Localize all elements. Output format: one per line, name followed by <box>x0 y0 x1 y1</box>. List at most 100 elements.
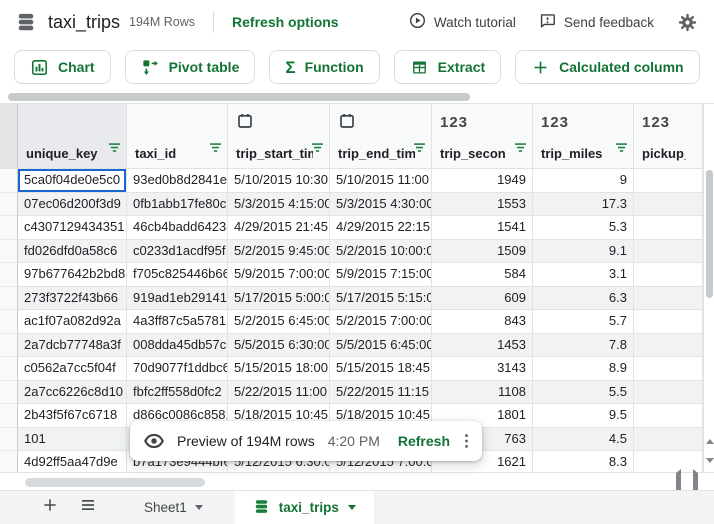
cell[interactable]: 5.7 <box>533 310 634 334</box>
cell[interactable]: 70d9077f1ddbc6 <box>127 357 228 381</box>
cell[interactable]: 2a7cc6226c8d10 <box>18 381 127 405</box>
cell[interactable]: 1108 <box>432 381 533 405</box>
cell[interactable]: 4d92ff5aa47d9e <box>18 451 127 475</box>
filter-icon[interactable] <box>108 140 121 158</box>
cell[interactable]: 2a7dcb77748a3f <box>18 334 127 358</box>
cell[interactable] <box>634 428 703 452</box>
cell[interactable] <box>634 310 703 334</box>
horizontal-scrollbar-thumb-bottom[interactable] <box>25 478 205 487</box>
row-gutter[interactable] <box>0 381 18 405</box>
vertical-scrollbar[interactable] <box>703 103 714 472</box>
grid-corner[interactable] <box>0 104 18 168</box>
cell[interactable] <box>634 193 703 217</box>
cell[interactable]: 273f3722f43b66 <box>18 287 127 311</box>
filter-icon[interactable] <box>311 140 324 158</box>
tab-taxi-trips-active[interactable]: taxi_trips <box>235 491 374 524</box>
cell[interactable]: 3.1 <box>533 263 634 287</box>
cell[interactable]: 1949 <box>432 169 533 193</box>
cell[interactable]: 5/5/2015 6:45:00 <box>330 334 432 358</box>
cell[interactable]: 584 <box>432 263 533 287</box>
add-sheet-button[interactable] <box>38 496 62 520</box>
column-header-trip-start-tim[interactable]: trip_start_tim <box>228 104 330 168</box>
row-gutter[interactable] <box>0 310 18 334</box>
cell[interactable]: fbfc2ff558d0fc2 <box>127 381 228 405</box>
refresh-button[interactable]: Refresh <box>398 433 450 449</box>
row-gutter[interactable] <box>0 193 18 217</box>
cell[interactable]: 6.3 <box>533 287 634 311</box>
cell[interactable] <box>634 263 703 287</box>
cell[interactable]: 5/17/2015 5:00:0 <box>228 287 330 311</box>
cell[interactable]: 4.5 <box>533 428 634 452</box>
column-header-trip-miles[interactable]: 123trip_miles <box>533 104 634 168</box>
cell[interactable]: f705c825446b66 <box>127 263 228 287</box>
row-gutter[interactable] <box>0 287 18 311</box>
cell[interactable]: 5/15/2015 18:00 <box>228 357 330 381</box>
cell[interactable]: 4/29/2015 21:45 <box>228 216 330 240</box>
cell[interactable]: 5/3/2015 4:30:00 <box>330 193 432 217</box>
column-header-trip-secon[interactable]: 123trip_secon <box>432 104 533 168</box>
row-gutter[interactable] <box>0 334 18 358</box>
scroll-left-button[interactable] <box>676 473 681 491</box>
cell[interactable]: 5/22/2015 11:00 <box>228 381 330 405</box>
cell[interactable]: 4/29/2015 22:15 <box>330 216 432 240</box>
cell[interactable]: 9 <box>533 169 634 193</box>
cell[interactable] <box>634 240 703 264</box>
row-gutter[interactable] <box>0 357 18 381</box>
cell[interactable]: 7.8 <box>533 334 634 358</box>
row-gutter[interactable] <box>0 263 18 287</box>
column-header-taxi-id[interactable]: taxi_id <box>127 104 228 168</box>
cell[interactable]: 101 <box>18 428 127 452</box>
scroll-up-button[interactable] <box>704 434 714 448</box>
cell[interactable]: 5/2/2015 6:45:00 <box>228 310 330 334</box>
cell[interactable]: 5.5 <box>533 381 634 405</box>
cell[interactable]: 9.5 <box>533 404 634 428</box>
column-header-trip-end-tim[interactable]: trip_end_tim <box>330 104 432 168</box>
scroll-right-button[interactable] <box>693 473 698 491</box>
cell[interactable]: 5/3/2015 4:15:00 <box>228 193 330 217</box>
row-gutter[interactable] <box>0 240 18 264</box>
column-header-unique-key[interactable]: unique_key <box>18 104 127 168</box>
cell[interactable]: 5/22/2015 11:15 <box>330 381 432 405</box>
cell[interactable] <box>634 334 703 358</box>
cell[interactable]: 5/9/2015 7:00:00 <box>228 263 330 287</box>
cell[interactable]: 919ad1eb29141e <box>127 287 228 311</box>
refresh-options-link[interactable]: Refresh options <box>232 14 339 30</box>
function-button[interactable]: ΣFunction <box>269 50 379 84</box>
row-gutter[interactable] <box>0 451 18 475</box>
all-sheets-button[interactable] <box>76 496 100 520</box>
cell[interactable]: 5/15/2015 18:45 <box>330 357 432 381</box>
tab-sheet1[interactable]: Sheet1 <box>134 491 213 524</box>
cell[interactable]: 5.3 <box>533 216 634 240</box>
cell[interactable]: 9.1 <box>533 240 634 264</box>
extract-button[interactable]: Extract <box>394 50 501 84</box>
cell[interactable] <box>634 287 703 311</box>
cell[interactable]: 1509 <box>432 240 533 264</box>
cell[interactable]: 0fb1abb17fe80c <box>127 193 228 217</box>
cell[interactable]: 609 <box>432 287 533 311</box>
cell[interactable] <box>634 169 703 193</box>
row-gutter[interactable] <box>0 428 18 452</box>
cell[interactable] <box>634 357 703 381</box>
cell[interactable]: c0562a7cc5f04f <box>18 357 127 381</box>
calculated-column-button[interactable]: Calculated column <box>515 50 699 84</box>
cell[interactable]: 5/5/2015 6:30:00 <box>228 334 330 358</box>
cell[interactable]: 93ed0b8d2841e3 <box>127 169 228 193</box>
cell[interactable]: 008dda45db57cb <box>127 334 228 358</box>
cell[interactable]: 843 <box>432 310 533 334</box>
pivot-table-button[interactable]: Pivot table <box>125 50 256 84</box>
cell[interactable]: 5/2/2015 10:00:0 <box>330 240 432 264</box>
row-gutter[interactable] <box>0 216 18 240</box>
send-feedback-link[interactable]: Send feedback <box>538 11 654 33</box>
cell[interactable]: 46cb4badd64238 <box>127 216 228 240</box>
cell[interactable]: fd026dfd0a58c6 <box>18 240 127 264</box>
cell[interactable]: ac1f07a082d92a <box>18 310 127 334</box>
kebab-menu-icon[interactable] <box>464 433 469 449</box>
scroll-down-button[interactable] <box>704 453 714 467</box>
filter-icon[interactable] <box>514 140 527 158</box>
cell[interactable]: 8.3 <box>533 451 634 475</box>
cell[interactable]: 97b677642b2bd8 <box>18 263 127 287</box>
column-header-pickup-cen[interactable]: 123pickup_cen <box>634 104 703 168</box>
filter-icon[interactable] <box>209 140 222 158</box>
cell[interactable]: 1541 <box>432 216 533 240</box>
row-gutter[interactable] <box>0 404 18 428</box>
